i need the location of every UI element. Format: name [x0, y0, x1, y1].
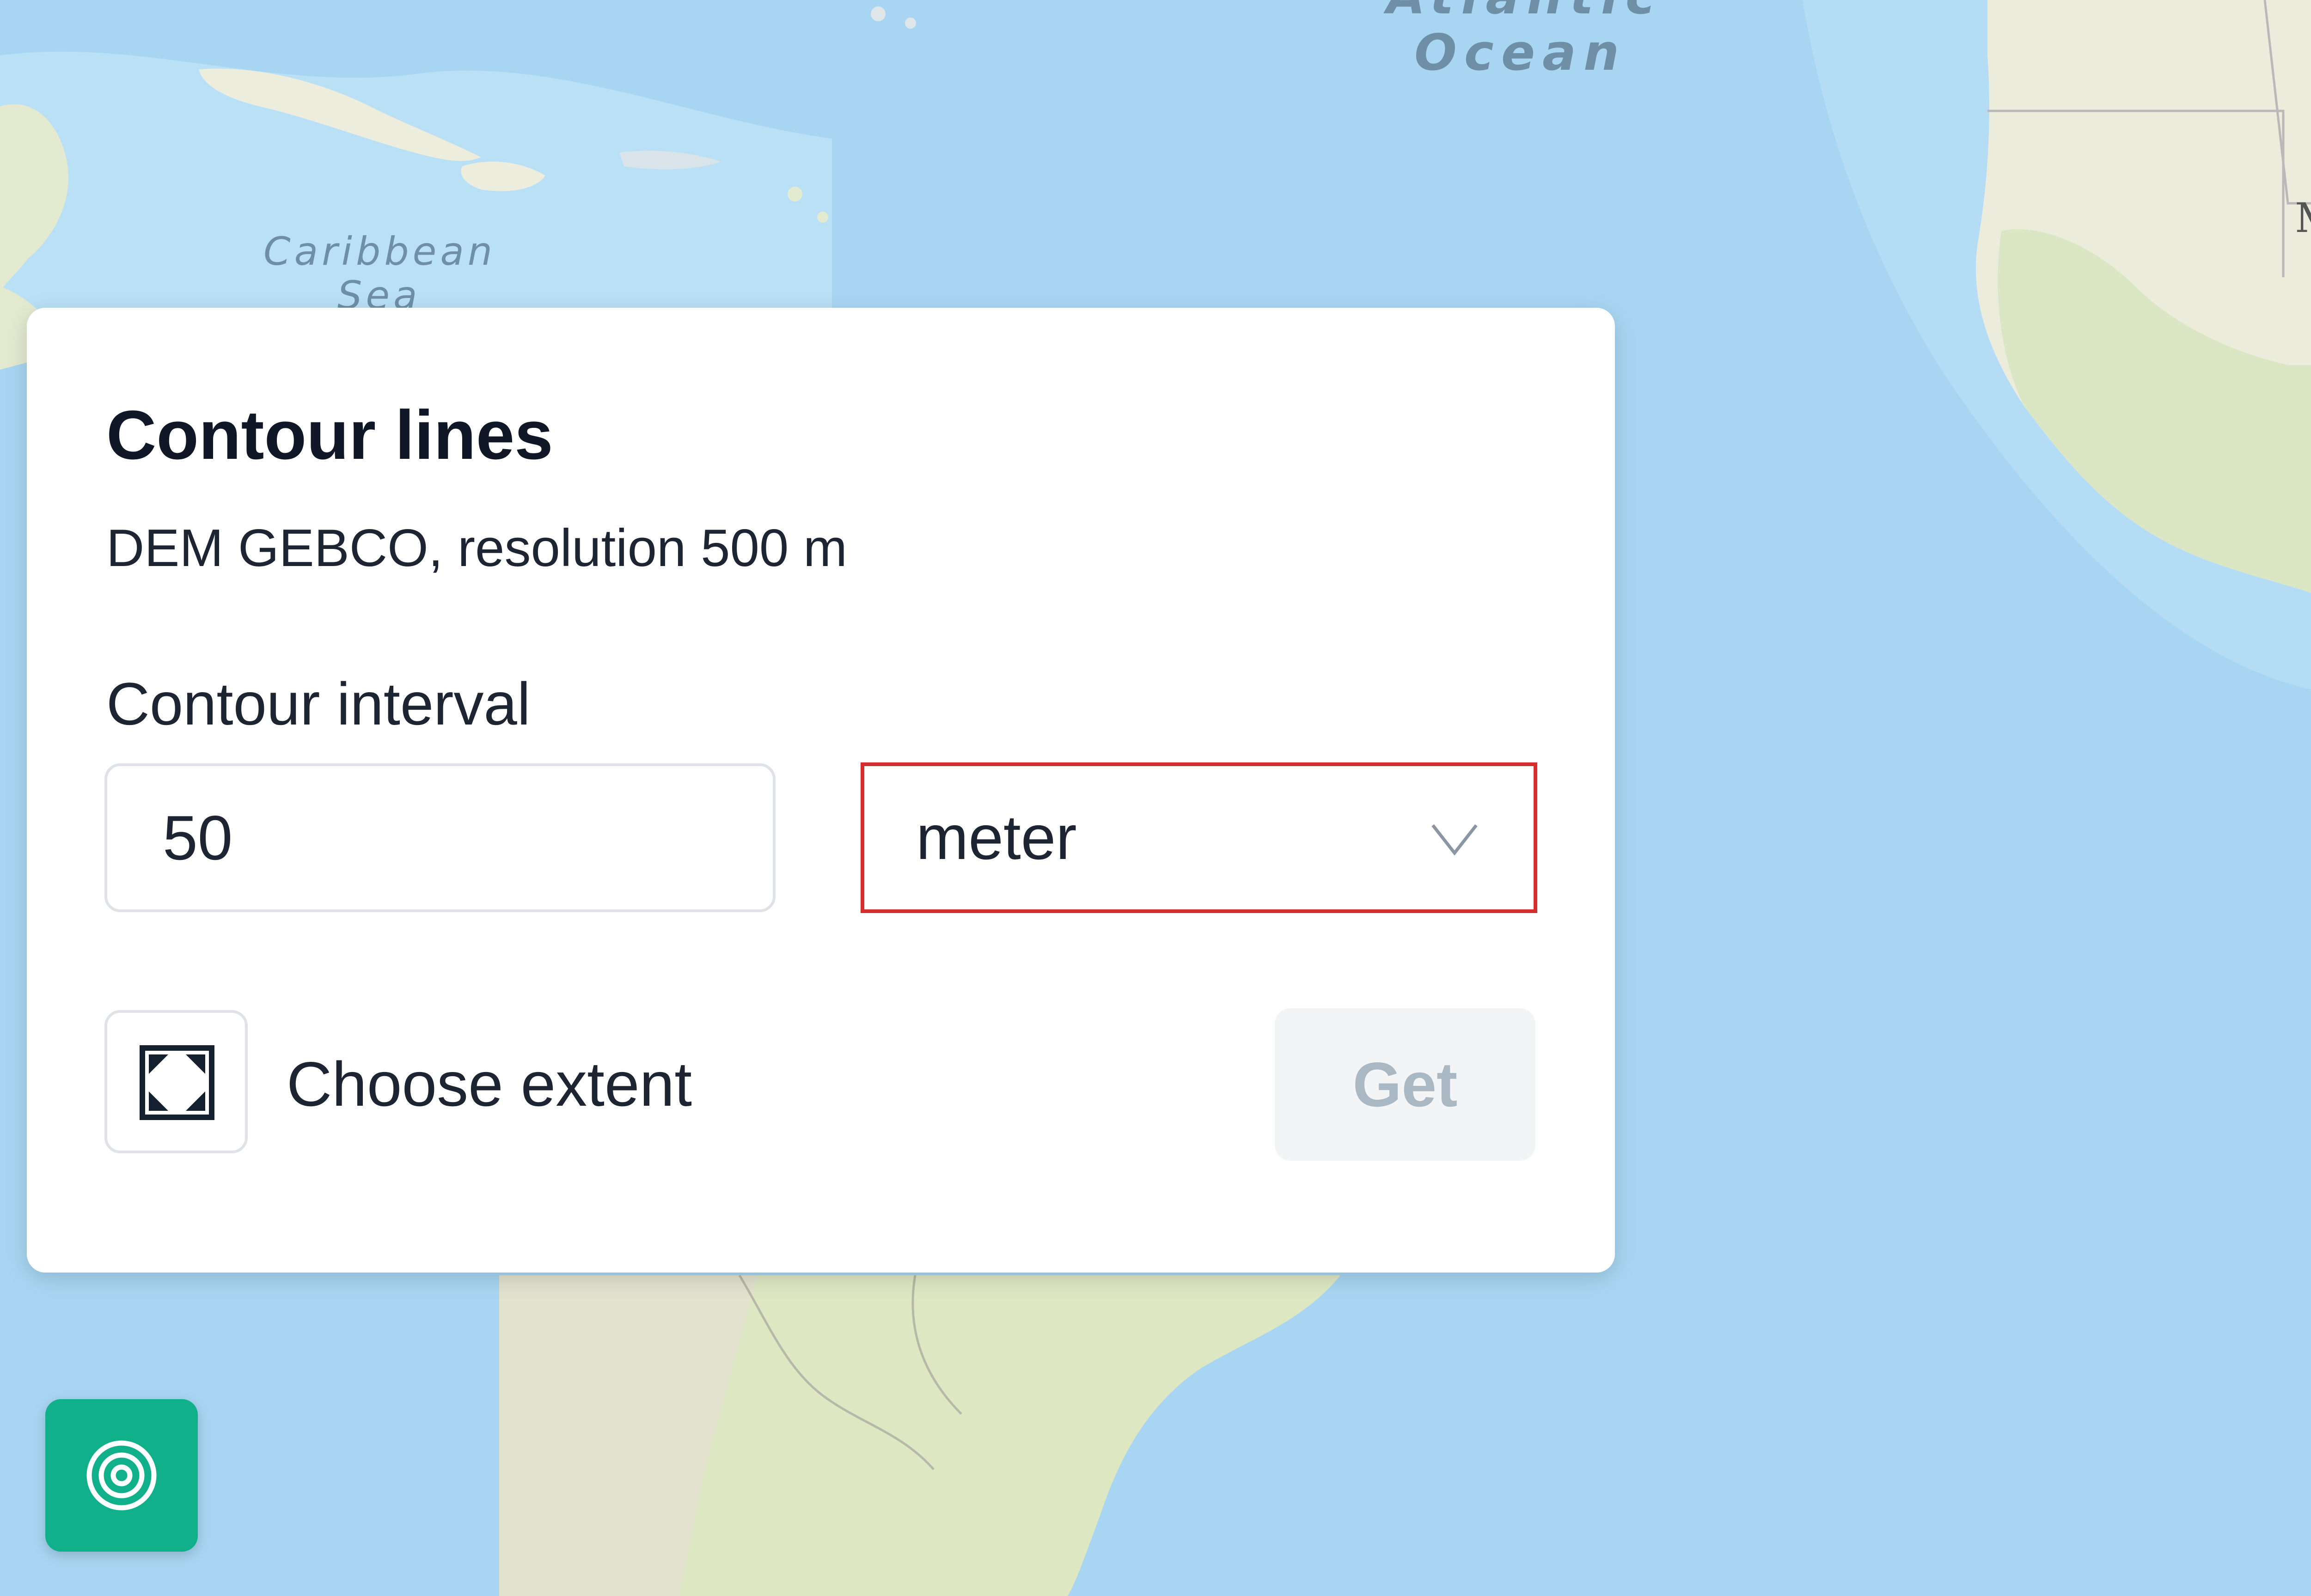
contour-interval-input[interactable] — [104, 763, 776, 912]
select-extent-icon — [140, 1045, 214, 1120]
map-label-atlantic: Atlantic — [1387, 0, 1663, 25]
choose-extent-label: Choose extent — [287, 1049, 692, 1119]
chevron-down-icon — [1431, 824, 1478, 856]
get-button[interactable]: Get — [1275, 1008, 1535, 1161]
panel-subtitle: DEM GEBCO, resolution 500 m — [106, 519, 847, 578]
contour-interval-label: Contour interval — [106, 670, 531, 737]
unit-select[interactable]: meter — [861, 762, 1537, 913]
map-label-caribbean: Caribbean — [263, 229, 496, 274]
choose-extent-button[interactable] — [104, 1010, 248, 1153]
panel-title: Contour lines — [106, 396, 553, 474]
map-label-edge: M — [2295, 194, 2311, 242]
map-label-ocean: Ocean — [1414, 24, 1626, 82]
contour-tool-button[interactable] — [45, 1399, 198, 1552]
contour-layers-icon — [86, 1440, 157, 1511]
unit-select-value: meter — [916, 802, 1077, 872]
contour-lines-panel: Contour lines DEM GEBCO, resolution 500 … — [27, 308, 1615, 1273]
